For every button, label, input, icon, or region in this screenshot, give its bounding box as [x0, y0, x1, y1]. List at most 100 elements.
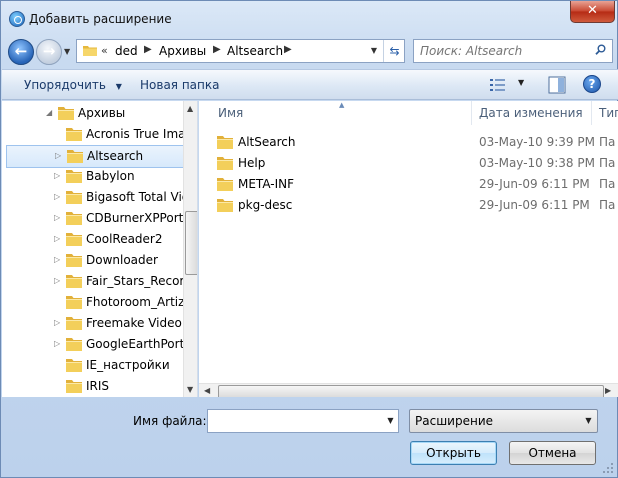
- forward-button[interactable]: →: [36, 39, 62, 65]
- file-type-dropdown-button[interactable]: ▼: [581, 410, 596, 432]
- tree-item[interactable]: ▷ Fair_Stars_Recorde: [2, 271, 197, 292]
- tree-item[interactable]: ▷ Altsearch: [6, 145, 188, 168]
- new-folder-button[interactable]: Новая папка: [140, 78, 219, 92]
- breadcrumb-altsearch[interactable]: Altsearch: [227, 44, 283, 58]
- organize-button[interactable]: Упорядочить ▼: [24, 78, 122, 92]
- address-dropdown-button[interactable]: ▼: [366, 40, 382, 62]
- filename-dropdown-button[interactable]: ▼: [383, 410, 398, 432]
- column-header-date[interactable]: Дата изменения: [479, 106, 583, 120]
- column-header-type[interactable]: Тип: [599, 106, 618, 120]
- open-button[interactable]: Открыть: [410, 441, 497, 465]
- tree-item[interactable]: ▷ Bigasoft Total Vid: [2, 187, 189, 208]
- close-button[interactable]: ✕: [570, 1, 615, 23]
- recent-pages-button[interactable]: ▼: [64, 46, 73, 58]
- navigation-pane[interactable]: ◢ Архивы Acronis True Imag ▷ Altsearch ▷ B…: [2, 101, 198, 397]
- file-type-value: Расширение: [415, 414, 493, 428]
- expand-icon[interactable]: ▷: [54, 255, 60, 264]
- expand-icon[interactable]: ▷: [55, 151, 61, 160]
- file-date: 03-May-10 9:39 PM: [479, 135, 595, 149]
- tree-item-label: IRIS: [86, 379, 110, 393]
- filename-input[interactable]: [212, 413, 377, 427]
- file-name: AltSearch: [238, 135, 296, 149]
- breadcrumb-separator-icon[interactable]: ▶: [284, 44, 292, 55]
- address-bar[interactable]: « ded ▶ Архивы ▶ Altsearch ▶ ▼ ⇆: [76, 39, 405, 63]
- change-view-button[interactable]: ▼: [490, 76, 530, 94]
- folder-icon: [66, 212, 82, 225]
- expand-icon[interactable]: ▷: [54, 171, 60, 180]
- filename-combobox[interactable]: ▼: [207, 409, 399, 433]
- cancel-button[interactable]: Отмена: [509, 441, 596, 465]
- file-horizontal-scrollbar[interactable]: ◀ ▶: [199, 383, 618, 397]
- tree-item[interactable]: ▷ CoolReader2: [2, 229, 182, 250]
- breadcrumb-overflow[interactable]: «: [101, 44, 108, 57]
- expand-icon[interactable]: ▷: [54, 234, 60, 243]
- scroll-right-icon[interactable]: ▶: [605, 386, 611, 395]
- expand-icon[interactable]: ▷: [54, 318, 60, 327]
- help-icon: ?: [588, 77, 596, 91]
- tree-item[interactable]: Fhotoroom_Artize: [2, 292, 192, 313]
- tree-item[interactable]: ▷ GoogleEarthPorta: [2, 334, 192, 355]
- file-type-select[interactable]: Расширение ▼: [409, 409, 598, 433]
- column-divider[interactable]: [591, 101, 592, 125]
- folder-icon: [58, 107, 74, 120]
- tree-item[interactable]: ▷ Downloader: [2, 250, 182, 271]
- folder-icon: [66, 170, 82, 183]
- folder-icon: [67, 150, 83, 163]
- breadcrumb-separator-icon[interactable]: ▶: [144, 44, 152, 55]
- tree-item-label: Fair_Stars_Recorde: [86, 274, 198, 288]
- expand-icon[interactable]: ▷: [54, 192, 60, 201]
- tree-item[interactable]: ▷ CDBurnerXPPorta: [2, 208, 191, 229]
- scroll-thumb[interactable]: [218, 385, 604, 397]
- scroll-thumb[interactable]: [185, 211, 197, 275]
- column-divider[interactable]: [471, 101, 472, 125]
- breadcrumb-separator-icon[interactable]: ▶: [213, 44, 221, 55]
- details-view-icon: [490, 79, 505, 91]
- collapse-icon[interactable]: ◢: [46, 108, 52, 117]
- folder-icon: [66, 275, 82, 288]
- chevron-down-icon: ▼: [387, 416, 394, 425]
- tree-item[interactable]: Acronis True Imag: [2, 124, 193, 145]
- breadcrumb-ded[interactable]: ded: [115, 44, 138, 58]
- tree-item-label: GoogleEarthPorta: [86, 337, 192, 351]
- table-row[interactable]: Help 03-May-10 9:38 PM Па: [217, 153, 617, 174]
- tree-item[interactable]: ◢ Архивы: [2, 103, 182, 124]
- refresh-button[interactable]: ⇆: [383, 40, 405, 62]
- tree-item[interactable]: IRIS: [2, 376, 182, 397]
- sort-ascending-icon: ▲: [339, 101, 345, 109]
- scroll-down-icon[interactable]: ▼: [187, 385, 193, 394]
- arrow-right-icon: →: [42, 42, 56, 60]
- dialog-window: Добавить расширение ✕ ← → ▼ « ded ▶ Архи…: [0, 0, 618, 478]
- preview-pane-icon[interactable]: [547, 75, 567, 95]
- expand-icon[interactable]: ▷: [54, 276, 60, 285]
- nav-vertical-scrollbar[interactable]: ▲ ▼: [183, 101, 197, 397]
- file-list[interactable]: ▲ Имя Дата изменения Тип AltSearch 03-May…: [199, 101, 618, 397]
- table-row[interactable]: pkg-desc 29-Jun-09 6:11 PM Па: [217, 195, 617, 216]
- folder-icon: [217, 199, 233, 212]
- search-icon[interactable]: [595, 44, 606, 55]
- scroll-left-icon[interactable]: ◀: [204, 386, 210, 395]
- tree-item[interactable]: ▷ Babylon: [2, 166, 182, 187]
- title-bar[interactable]: Добавить расширение ✕: [1, 1, 618, 37]
- folder-icon: [83, 46, 97, 56]
- breadcrumb-archives[interactable]: Архивы: [159, 44, 206, 58]
- tree-item-label: Altsearch: [87, 149, 144, 163]
- expand-icon[interactable]: ▷: [54, 213, 60, 222]
- search-input[interactable]: [420, 44, 590, 58]
- table-row[interactable]: AltSearch 03-May-10 9:39 PM Па: [217, 132, 617, 153]
- scroll-up-icon[interactable]: ▲: [187, 104, 193, 113]
- folder-icon: [217, 157, 233, 170]
- search-box[interactable]: [413, 39, 613, 63]
- back-button[interactable]: ←: [8, 39, 34, 65]
- tree-item[interactable]: ▷ Freemake Video C: [2, 313, 194, 334]
- tree-item[interactable]: IE_настройки: [2, 355, 182, 376]
- table-row[interactable]: META-INF 29-Jun-09 6:11 PM Па: [217, 174, 617, 195]
- tree-item-label: Downloader: [86, 253, 158, 267]
- folder-icon: [66, 191, 82, 204]
- folder-icon: [66, 338, 82, 351]
- help-button[interactable]: ?: [583, 75, 601, 93]
- column-header-name[interactable]: Имя: [218, 106, 243, 120]
- resize-grip-icon[interactable]: [601, 461, 615, 475]
- expand-icon[interactable]: ▷: [54, 339, 60, 348]
- file-name: META-INF: [238, 177, 295, 191]
- folder-icon: [66, 380, 82, 393]
